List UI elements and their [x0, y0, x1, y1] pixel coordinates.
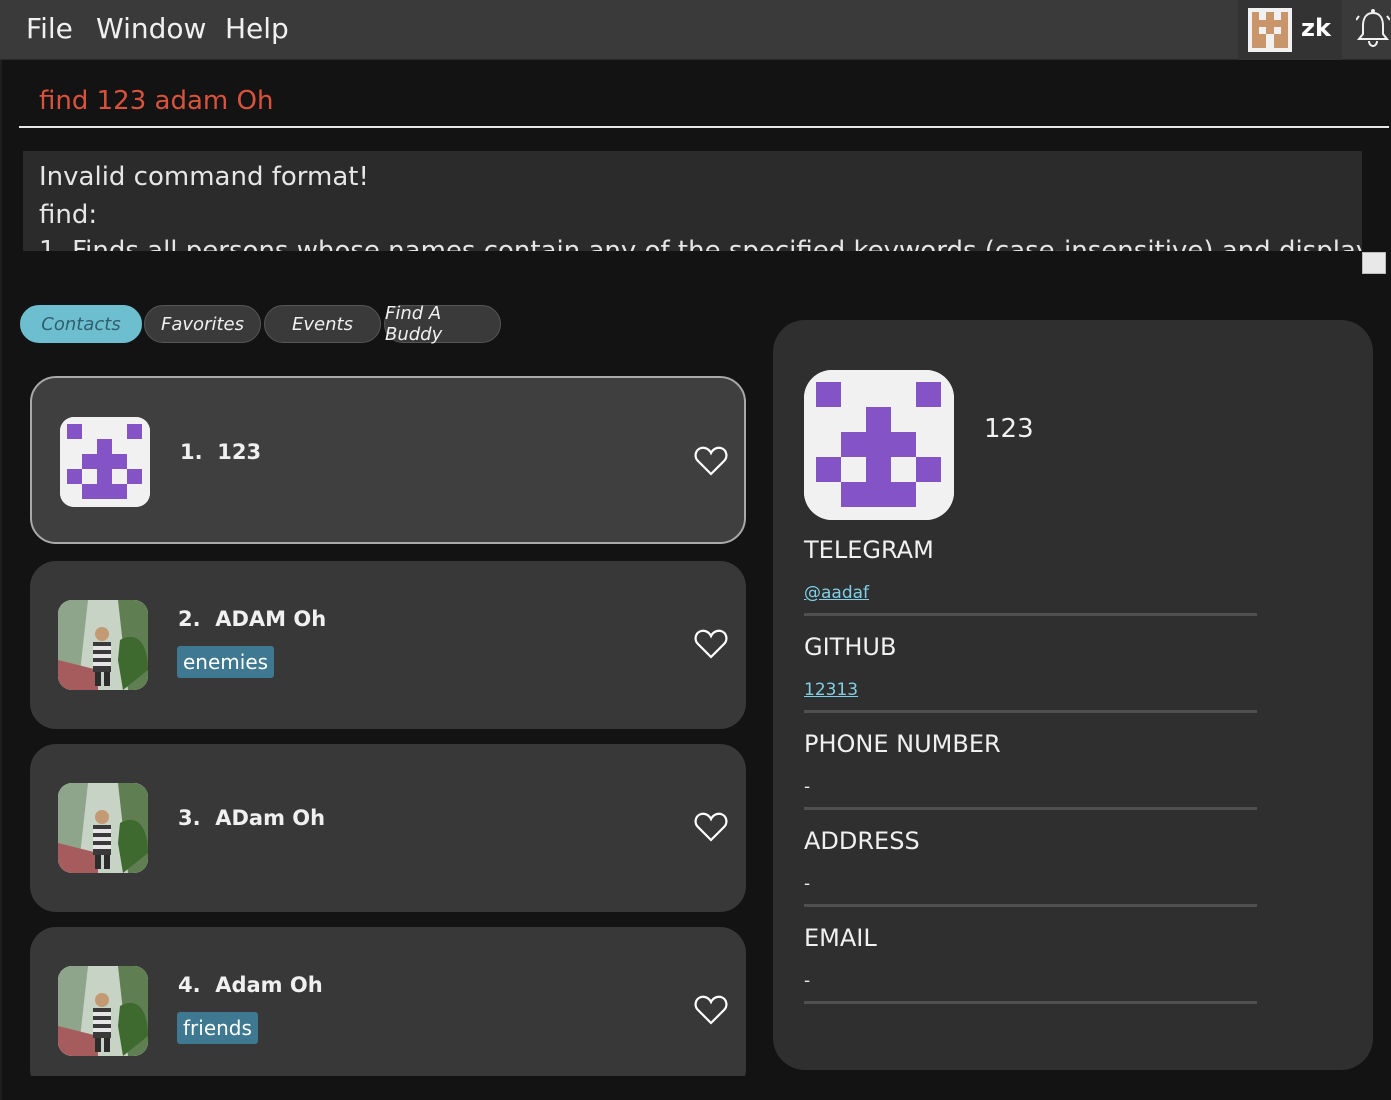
favorite-heart-icon[interactable]: [694, 445, 728, 477]
person-list[interactable]: 1. 123 2. ADAM Oh enemies 3. ADam Oh 4. …: [30, 376, 746, 1076]
telegram-label: TELEGRAM: [804, 536, 934, 564]
user-profile-button[interactable]: zk: [1238, 0, 1342, 60]
notification-bell-icon[interactable]: [1355, 8, 1391, 48]
person-detail-panel: 123 TELEGRAM @aadaf GITHUB 12313 PHONE N…: [773, 320, 1373, 1070]
tab-favorites[interactable]: Favorites: [144, 305, 261, 343]
favorite-heart-icon[interactable]: [694, 811, 728, 843]
menu-help[interactable]: Help: [225, 12, 289, 45]
divider: [804, 710, 1257, 713]
photo-avatar: [58, 966, 148, 1056]
address-value: -: [804, 874, 811, 894]
command-text: find 123 adam Oh: [39, 86, 274, 116]
divider: [804, 904, 1257, 907]
result-line: 1. Finds all persons whose names contain…: [39, 236, 1362, 251]
tag-badge: friends: [177, 1012, 258, 1044]
person-name: 3. ADam Oh: [178, 806, 326, 830]
person-name: 4. Adam Oh: [178, 973, 323, 997]
github-label: GITHUB: [804, 633, 897, 661]
favorite-heart-icon[interactable]: [694, 994, 728, 1026]
result-line: find:: [39, 200, 98, 230]
telegram-link[interactable]: @aadaf: [804, 583, 869, 603]
detail-name: 123: [984, 414, 1034, 444]
result-display[interactable]: Invalid command format! find: 1. Finds a…: [23, 151, 1362, 251]
person-card[interactable]: 1. 123: [30, 376, 746, 544]
divider: [804, 613, 1257, 616]
menu-window[interactable]: Window: [96, 12, 206, 45]
window-edge: [0, 60, 2, 1100]
person-card[interactable]: 4. Adam Oh friends: [30, 927, 746, 1076]
photo-avatar: [58, 783, 148, 873]
address-label: ADDRESS: [804, 827, 920, 855]
result-line: Invalid command format!: [39, 162, 369, 192]
identicon-avatar: [60, 417, 150, 507]
menu-file[interactable]: File: [26, 12, 73, 45]
phone-value: -: [804, 777, 811, 797]
email-label: EMAIL: [804, 924, 877, 952]
divider: [804, 807, 1257, 810]
result-scrollbar[interactable]: [1362, 252, 1386, 274]
menu-bar: File Window Help zk: [0, 0, 1391, 60]
email-value: -: [804, 971, 811, 991]
divider: [804, 1001, 1257, 1004]
person-name: 1. 123: [180, 440, 262, 464]
user-name: zk: [1301, 14, 1331, 42]
person-card[interactable]: 3. ADam Oh: [30, 744, 746, 912]
tab-find-a-buddy[interactable]: Find A Buddy: [384, 303, 501, 345]
identicon-avatar: [804, 370, 954, 520]
person-name: 2. ADAM Oh: [178, 607, 327, 631]
tab-events[interactable]: Events: [264, 305, 381, 343]
user-avatar: [1248, 8, 1292, 52]
github-link[interactable]: 12313: [804, 680, 858, 700]
command-input[interactable]: find 123 adam Oh: [19, 72, 1389, 128]
favorite-heart-icon[interactable]: [694, 628, 728, 660]
photo-avatar: [58, 600, 148, 690]
tag-badge: enemies: [177, 646, 275, 678]
tab-contacts[interactable]: Contacts: [20, 305, 142, 343]
phone-label: PHONE NUMBER: [804, 730, 1001, 758]
person-card[interactable]: 2. ADAM Oh enemies: [30, 561, 746, 729]
